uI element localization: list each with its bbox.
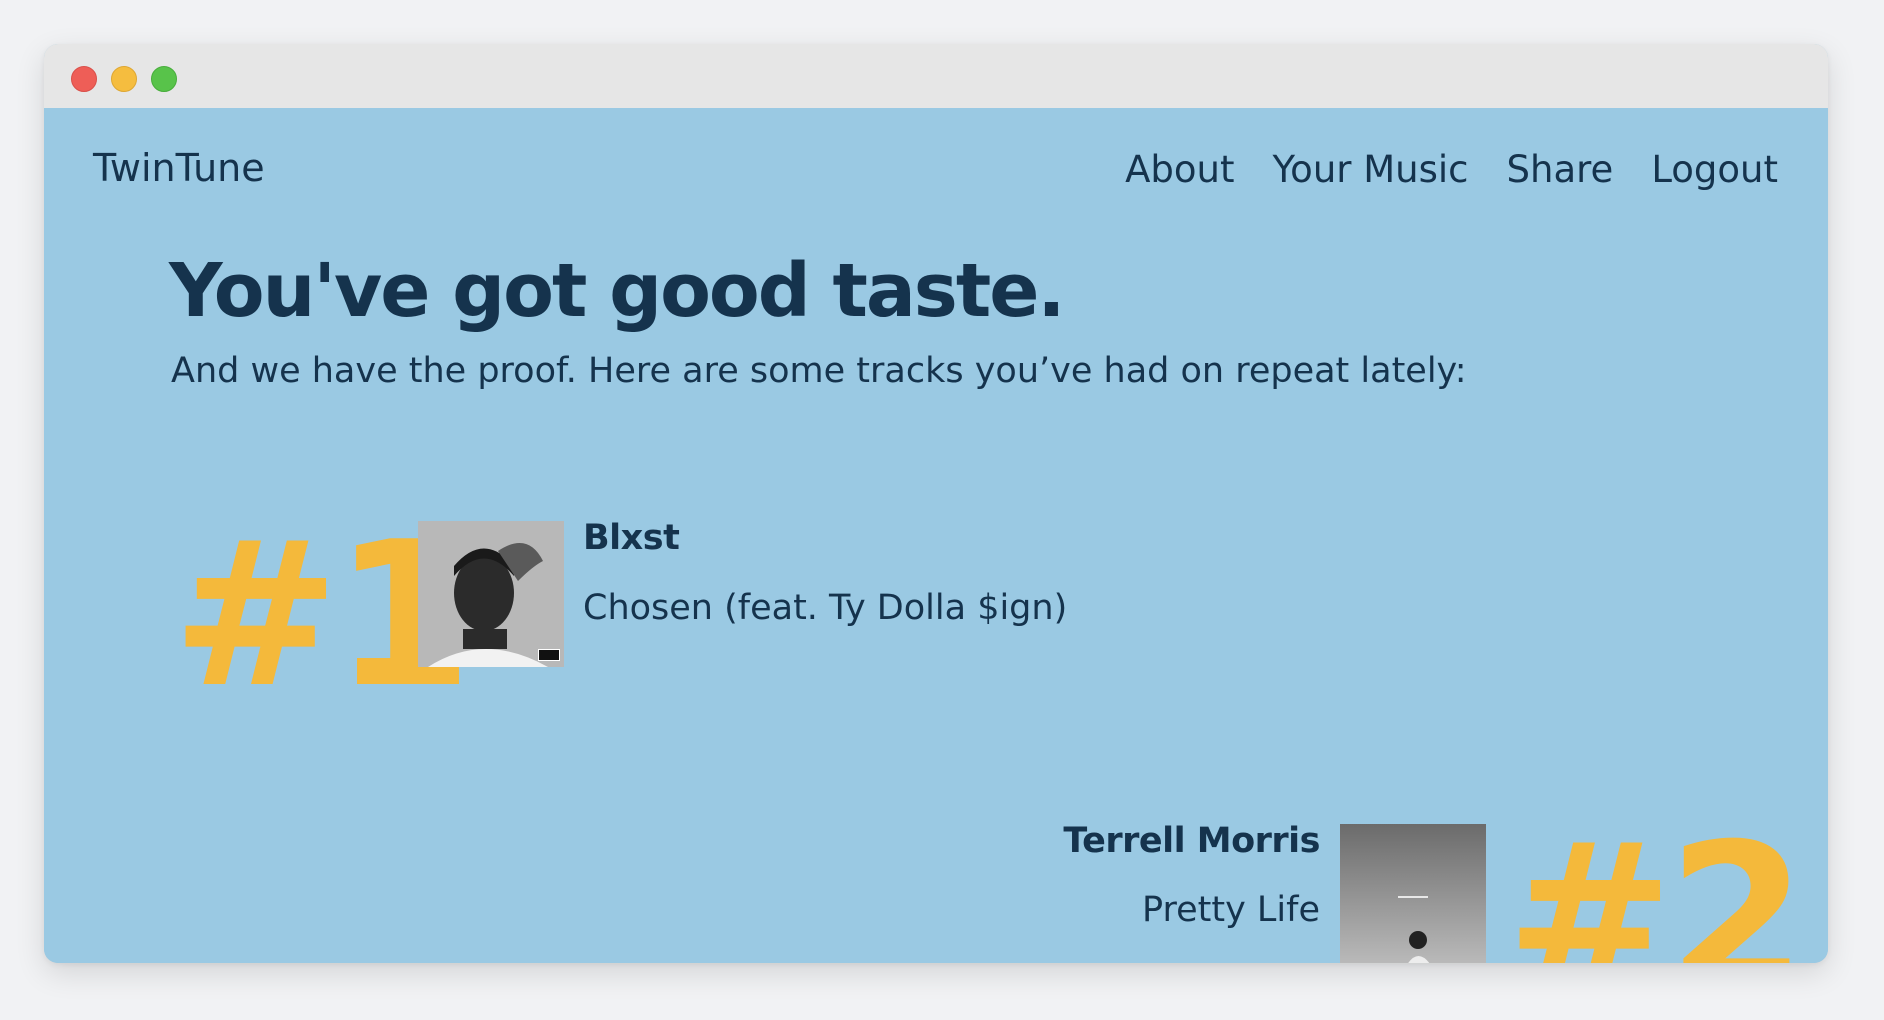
nav-your-music-link[interactable]: Your Music (1273, 148, 1469, 191)
main-nav: About Your Music Share Logout (1125, 148, 1778, 191)
album-art-image (1340, 824, 1486, 963)
page-content: TwinTune About Your Music Share Logout Y… (44, 108, 1828, 963)
track-rank-2: #2 (1506, 801, 1807, 964)
page-subheadline: And we have the proof. Here are some tra… (171, 351, 1467, 391)
browser-window: TwinTune About Your Music Share Logout Y… (44, 44, 1828, 963)
track-title-1: Chosen (feat. Ty Dolla $ign) (583, 588, 1068, 628)
track-artist-1: Blxst (583, 518, 680, 558)
track-artist-2: Terrell Morris (1063, 821, 1320, 861)
minimize-window-button[interactable] (111, 66, 137, 92)
nav-share-link[interactable]: Share (1507, 148, 1614, 191)
explicit-label-icon (538, 649, 560, 661)
track-title-2: Pretty Life (1141, 890, 1320, 930)
brand-logo[interactable]: TwinTune (93, 146, 265, 190)
nav-about-link[interactable]: About (1125, 148, 1234, 191)
page-headline: You've got good taste. (169, 248, 1066, 334)
title-bar (44, 44, 1828, 108)
portrait-image (418, 521, 564, 667)
nav-logout-link[interactable]: Logout (1651, 148, 1778, 191)
close-window-button[interactable] (71, 66, 97, 92)
album-cover-2 (1340, 824, 1486, 963)
zoom-window-button[interactable] (151, 66, 177, 92)
album-cover-1 (418, 521, 564, 667)
